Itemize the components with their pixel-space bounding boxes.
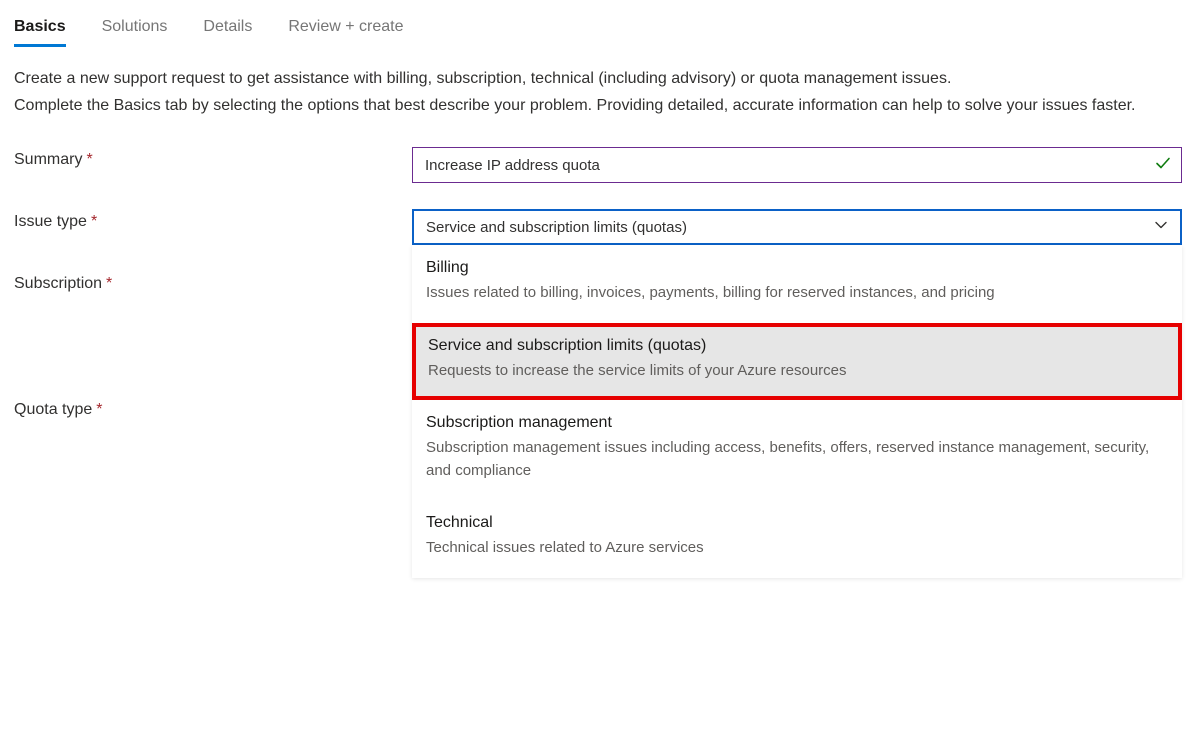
tab-bar: Basics Solutions Details Review + create	[14, 12, 1186, 47]
issue-type-select[interactable]: Service and subscription limits (quotas)	[412, 209, 1182, 245]
tab-basics[interactable]: Basics	[14, 12, 66, 46]
option-desc: Subscription management issues including…	[426, 436, 1168, 483]
summary-label-text: Summary	[14, 151, 82, 168]
issue-type-label-text: Issue type	[14, 213, 87, 230]
subscription-label-text: Subscription	[14, 275, 102, 292]
checkmark-icon	[1154, 154, 1172, 176]
option-title: Billing	[426, 259, 1168, 277]
required-asterisk: *	[86, 151, 92, 168]
option-desc: Issues related to billing, invoices, pay…	[426, 281, 1168, 304]
tab-solutions[interactable]: Solutions	[102, 12, 168, 46]
required-asterisk: *	[106, 275, 112, 292]
option-technical[interactable]: Technical Technical issues related to Az…	[412, 500, 1182, 577]
subscription-label: Subscription*	[14, 271, 412, 293]
required-asterisk: *	[96, 401, 102, 418]
option-service-limits[interactable]: Service and subscription limits (quotas)…	[412, 323, 1182, 400]
tab-review-create[interactable]: Review + create	[288, 12, 403, 46]
option-title: Technical	[426, 514, 1168, 532]
option-billing[interactable]: Billing Issues related to billing, invoi…	[412, 245, 1182, 322]
tab-details[interactable]: Details	[203, 12, 252, 46]
intro-line-2: Complete the Basics tab by selecting the…	[14, 97, 1136, 114]
quota-type-label: Quota type*	[14, 397, 412, 419]
quota-type-label-text: Quota type	[14, 401, 92, 418]
issue-type-dropdown: Billing Issues related to billing, invoi…	[412, 245, 1182, 577]
option-title: Subscription management	[426, 414, 1168, 432]
option-desc: Requests to increase the service limits …	[428, 359, 1166, 382]
summary-label: Summary*	[14, 147, 412, 169]
intro-text: Create a new support request to get assi…	[14, 65, 1184, 119]
required-asterisk: *	[91, 213, 97, 230]
issue-type-selected-value: Service and subscription limits (quotas)	[426, 219, 687, 236]
option-subscription-management[interactable]: Subscription management Subscription man…	[412, 400, 1182, 501]
issue-type-label: Issue type*	[14, 209, 412, 231]
chevron-down-icon	[1154, 218, 1168, 236]
option-title: Service and subscription limits (quotas)	[428, 337, 1166, 355]
summary-input[interactable]	[412, 147, 1182, 183]
intro-line-1: Create a new support request to get assi…	[14, 70, 951, 87]
option-desc: Technical issues related to Azure servic…	[426, 536, 1168, 559]
